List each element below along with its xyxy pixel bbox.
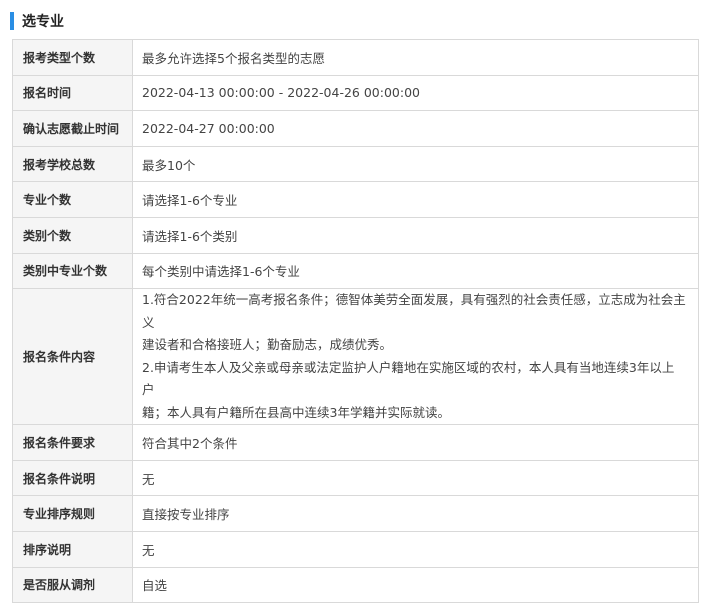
- table-row: 排序说明 无: [12, 530, 699, 568]
- condition-line: 1.符合2022年统一高考报名条件；德智体美劳全面发展，具有强烈的社会责任感，立…: [142, 292, 686, 330]
- table-row: 类别中专业个数 每个类别中请选择1-6个专业: [12, 252, 699, 290]
- table-row: 确认志愿截止时间 2022-04-27 00:00:00: [12, 110, 699, 147]
- row-value-multiline: 1.符合2022年统一高考报名条件；德智体美劳全面发展，具有强烈的社会责任感，立…: [132, 288, 699, 426]
- row-value: 2022-04-13 00:00:00 - 2022-04-26 00:00:0…: [132, 74, 699, 112]
- table-row: 报考类型个数 最多允许选择5个报名类型的志愿: [12, 39, 699, 76]
- table-row: 报名条件要求 符合其中2个条件: [12, 424, 699, 461]
- table-row: 是否服从调剂 自选: [12, 566, 699, 603]
- row-label: 排序说明: [12, 530, 133, 568]
- table-row: 报考学校总数 最多10个: [12, 145, 699, 183]
- row-label: 报名条件要求: [12, 424, 133, 461]
- row-label: 类别个数: [12, 216, 133, 254]
- row-value: 符合其中2个条件: [132, 424, 699, 461]
- row-label: 报考类型个数: [12, 39, 133, 76]
- row-label: 专业个数: [12, 181, 133, 218]
- row-value: 无: [132, 459, 699, 497]
- row-value: 2022-04-27 00:00:00: [132, 110, 699, 147]
- row-value: 最多允许选择5个报名类型的志愿: [132, 39, 699, 76]
- table-row: 专业个数 请选择1-6个专业: [12, 181, 699, 218]
- row-value: 每个类别中请选择1-6个专业: [132, 252, 699, 290]
- condition-line: 2.申请考生本人及父亲或母亲或法定监护人户籍地在实施区域的农村，本人具有当地连续…: [142, 359, 675, 398]
- row-label: 报名条件说明: [12, 459, 133, 497]
- info-table: 报考类型个数 最多允许选择5个报名类型的志愿 报名时间 2022-04-13 0…: [12, 39, 699, 603]
- row-value: 最多10个: [132, 145, 699, 183]
- table-row: 报名时间 2022-04-13 00:00:00 - 2022-04-26 00…: [12, 74, 699, 112]
- section-title: 选专业: [22, 14, 64, 30]
- row-value: 自选: [132, 566, 699, 603]
- section-header: 选专业: [10, 10, 64, 32]
- row-label: 报名条件内容: [12, 288, 133, 426]
- table-row: 类别个数 请选择1-6个类别: [12, 216, 699, 254]
- table-row: 报名条件内容 1.符合2022年统一高考报名条件；德智体美劳全面发展，具有强烈的…: [12, 288, 699, 426]
- row-label: 是否服从调剂: [12, 566, 133, 603]
- row-label: 报考学校总数: [12, 145, 133, 183]
- row-label: 报名时间: [12, 74, 133, 112]
- row-label: 确认志愿截止时间: [12, 110, 133, 147]
- condition-line: 建设者和合格接班人；勤奋励志，成绩优秀。: [142, 337, 393, 353]
- table-row: 报名条件说明 无: [12, 459, 699, 497]
- section-accent-bar: [10, 12, 14, 30]
- row-value: 无: [132, 530, 699, 568]
- condition-line: 籍；本人具有户籍所在县高中连续3年学籍并实际就读。: [142, 404, 450, 420]
- row-value: 请选择1-6个类别: [132, 216, 699, 254]
- row-value: 请选择1-6个专业: [132, 181, 699, 218]
- row-label: 专业排序规则: [12, 495, 133, 532]
- table-row: 专业排序规则 直接按专业排序: [12, 495, 699, 532]
- row-value: 直接按专业排序: [132, 495, 699, 532]
- row-label: 类别中专业个数: [12, 252, 133, 290]
